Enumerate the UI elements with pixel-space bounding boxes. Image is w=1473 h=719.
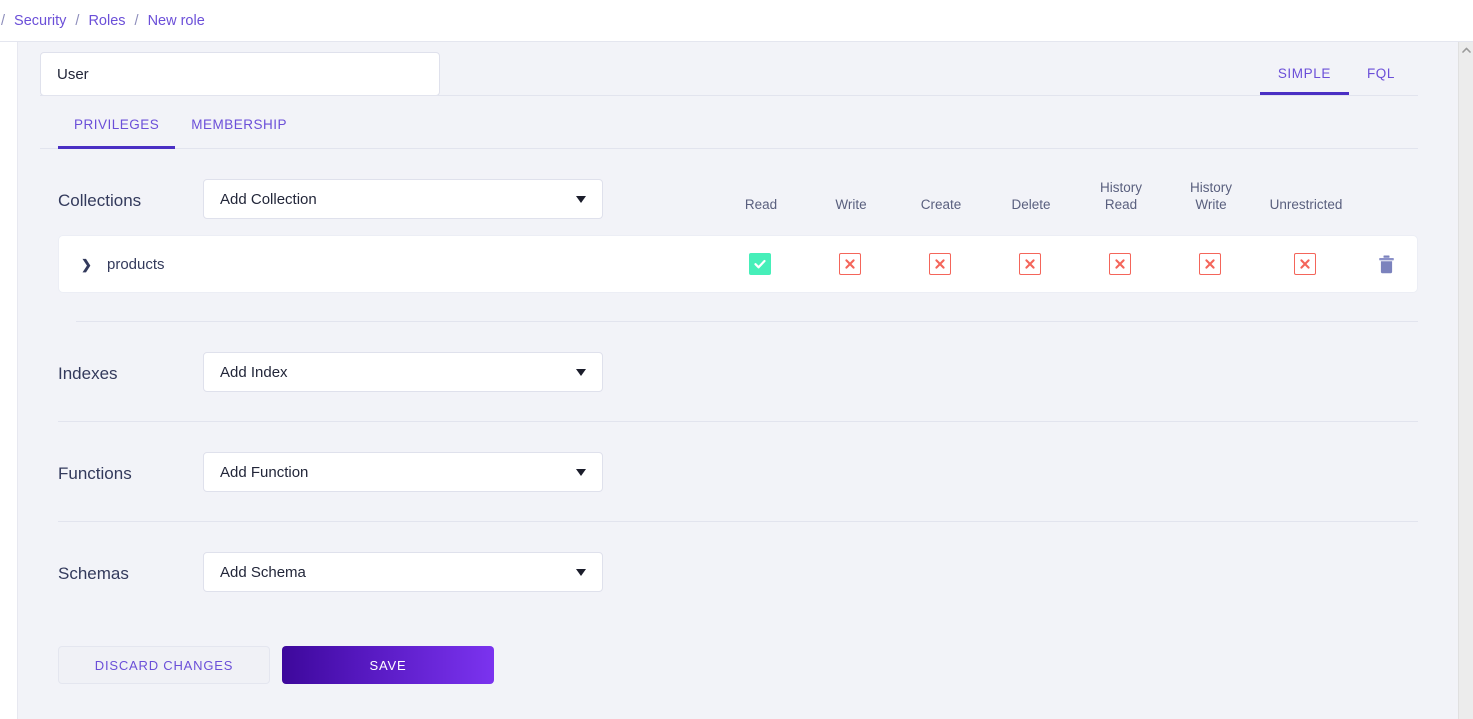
app-frame: SIMPLE FQL PRIVILEGES MEMBERSHIP Collect… — [0, 41, 1473, 719]
role-header: SIMPLE FQL — [40, 42, 1418, 96]
collections-label: Collections — [58, 191, 142, 210]
role-name-input[interactable] — [40, 52, 440, 96]
functions-label: Functions — [58, 464, 132, 483]
tab-fql[interactable]: FQL — [1349, 66, 1413, 95]
discard-changes-button[interactable]: DISCARD CHANGES — [58, 646, 270, 684]
chevron-down-icon — [576, 568, 586, 576]
permission-cell-history-write — [1165, 253, 1255, 275]
mode-tabs: SIMPLE FQL — [1259, 66, 1413, 95]
table-row[interactable]: ❯ products — [58, 235, 1418, 293]
scroll-up-button[interactable] — [1459, 42, 1473, 58]
add-index-label: Add Index — [220, 363, 288, 381]
chevron-right-icon[interactable]: ❯ — [81, 258, 101, 271]
schemas-label: Schemas — [58, 564, 129, 583]
add-function-select[interactable]: Add Function — [203, 452, 603, 492]
checkbox-history-read[interactable] — [1109, 253, 1131, 275]
add-schema-label: Add Schema — [220, 563, 306, 581]
column-header-read: Read — [744, 197, 778, 212]
add-function-label: Add Function — [220, 463, 309, 481]
tab-simple[interactable]: SIMPLE — [1259, 66, 1350, 95]
save-button[interactable]: SAVE — [282, 646, 494, 684]
add-collection-label: Add Collection — [220, 190, 317, 208]
column-header-history-read: History Read — [1099, 180, 1142, 212]
checkbox-read[interactable] — [749, 253, 771, 275]
permission-cell-delete — [985, 253, 1075, 275]
header-divider — [40, 95, 1418, 96]
checkbox-delete[interactable] — [1019, 253, 1041, 275]
permission-cell-unrestricted — [1255, 253, 1355, 275]
column-header-write: Write — [835, 197, 867, 212]
permission-cell-create — [895, 253, 985, 275]
column-header-unrestricted: Unrestricted — [1269, 197, 1343, 212]
chevron-down-icon — [576, 368, 586, 376]
add-collection-select[interactable]: Add Collection — [203, 179, 603, 219]
breadcrumb-item-new-role[interactable]: New role — [146, 13, 207, 29]
breadcrumb-bar: / Security / Roles / New role — [0, 0, 1473, 41]
breadcrumb-item-security[interactable]: Security — [12, 13, 68, 29]
permission-cell-history-read — [1075, 253, 1165, 275]
schemas-section: Schemas Add Schema — [40, 522, 1418, 592]
permission-cell-read — [715, 253, 805, 275]
permission-cells — [715, 253, 1417, 275]
checkbox-history-write[interactable] — [1199, 253, 1221, 275]
indexes-section: Indexes Add Index — [40, 322, 1418, 392]
role-tabs: PRIVILEGES MEMBERSHIP — [40, 109, 1418, 149]
column-header-create: Create — [920, 197, 962, 212]
checkbox-write[interactable] — [839, 253, 861, 275]
add-index-select[interactable]: Add Index — [203, 352, 603, 392]
indexes-label: Indexes — [58, 364, 118, 383]
vertical-scrollbar[interactable] — [1458, 42, 1473, 719]
column-header-delete: Delete — [1011, 197, 1051, 212]
chevron-down-icon — [576, 195, 586, 203]
delete-row-button[interactable] — [1355, 255, 1417, 274]
column-header-history-write: History Write — [1189, 180, 1232, 212]
left-gutter — [0, 42, 18, 719]
breadcrumb-leading-separator: / — [1, 12, 6, 29]
breadcrumb-separator: / — [134, 12, 139, 29]
collections-header-row: Collections Add Collection Read Write Cr… — [58, 179, 1418, 219]
permission-cell-write — [805, 253, 895, 275]
breadcrumb-item-roles[interactable]: Roles — [86, 13, 127, 29]
form-actions: DISCARD CHANGES SAVE — [40, 592, 1418, 684]
add-schema-select[interactable]: Add Schema — [203, 552, 603, 592]
breadcrumb-separator: / — [75, 12, 80, 29]
tab-membership[interactable]: MEMBERSHIP — [175, 109, 303, 148]
role-editor-panel: SIMPLE FQL PRIVILEGES MEMBERSHIP Collect… — [18, 42, 1458, 719]
checkbox-create[interactable] — [929, 253, 951, 275]
tab-privileges[interactable]: PRIVILEGES — [58, 109, 176, 149]
collections-section: Collections Add Collection Read Write Cr… — [40, 149, 1418, 322]
checkbox-unrestricted[interactable] — [1294, 253, 1316, 275]
breadcrumb: / Security / Roles / New role — [0, 13, 207, 29]
chevron-up-icon — [1461, 47, 1471, 53]
permission-column-headers: Read Write Create Delete History Read Hi… — [603, 179, 1418, 219]
collection-name: products — [107, 255, 165, 273]
chevron-down-icon — [576, 468, 586, 476]
functions-section: Functions Add Function — [40, 422, 1418, 492]
trash-icon — [1378, 255, 1394, 273]
